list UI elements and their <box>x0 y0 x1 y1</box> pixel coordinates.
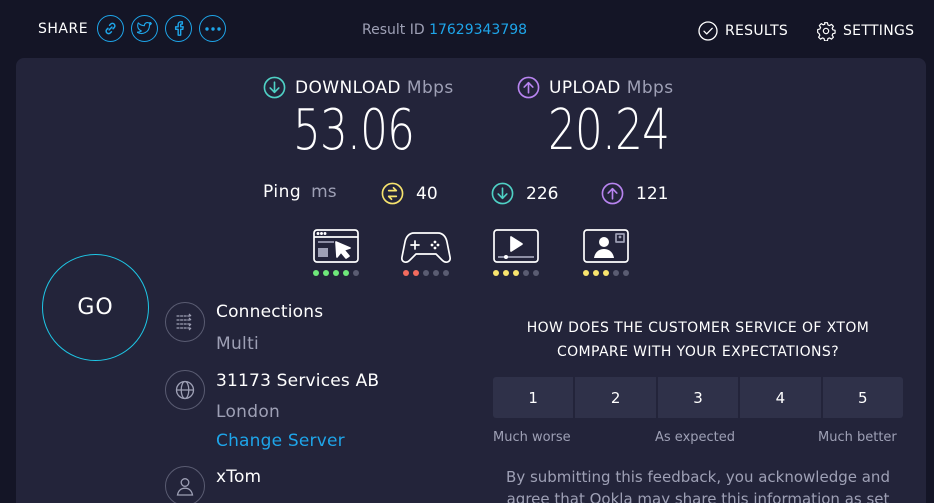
rating-option-3[interactable]: 3 <box>657 377 741 418</box>
rating-dots <box>311 270 361 276</box>
rating-dot <box>443 270 449 276</box>
download-latency-value: 226 <box>526 183 559 204</box>
upload-speed-value: 20.24 <box>548 98 670 163</box>
upload-label: UPLOAD <box>549 77 621 98</box>
server-name: 31173 Services AB <box>216 371 380 391</box>
rating-dot <box>493 270 499 276</box>
results-panel <box>16 58 926 503</box>
rating-dot <box>603 270 609 276</box>
change-server-link[interactable]: Change Server <box>216 431 345 451</box>
check-circle-icon <box>698 21 718 41</box>
download-unit: Mbps <box>406 77 454 98</box>
video-streaming-rating[interactable] <box>491 228 541 276</box>
download-arrow-icon <box>263 76 286 99</box>
upload-unit: Mbps <box>626 77 674 98</box>
rating-dots <box>581 270 631 276</box>
result-id-value[interactable]: 17629343798 <box>429 22 527 38</box>
connections-icon <box>176 313 193 331</box>
rating-dots <box>491 270 541 276</box>
rating-dot <box>523 270 529 276</box>
isp-icon-wrap <box>165 466 205 503</box>
gaming-rating[interactable] <box>401 228 451 276</box>
scale-high-label: Much better <box>818 430 897 445</box>
facebook-share-button[interactable] <box>165 15 193 42</box>
video-chat-rating[interactable] <box>581 228 631 276</box>
rating-dot <box>533 270 539 276</box>
connections-value: Multi <box>216 334 260 354</box>
rating-option-2[interactable]: 2 <box>575 377 658 418</box>
gear-icon <box>817 22 836 41</box>
top-bar: SHARE Result ID 17629343798 RESULTS SETT… <box>0 0 934 58</box>
rating-dots <box>401 270 451 276</box>
connections-icon-wrap <box>165 302 205 342</box>
gaming-icon <box>401 232 451 263</box>
more-share-button[interactable] <box>199 15 227 42</box>
upload-latency-value: 121 <box>636 183 669 204</box>
upload-latency[interactable]: 121 <box>601 182 668 205</box>
rating-dot <box>403 270 409 276</box>
server-location: London <box>216 402 281 422</box>
rating-dot <box>323 270 329 276</box>
rating-dot <box>433 270 439 276</box>
results-label: RESULTS <box>725 23 789 39</box>
user-icon <box>176 478 194 496</box>
web-browsing-rating[interactable] <box>311 228 361 276</box>
rating-option-5[interactable]: 5 <box>822 377 904 418</box>
connections-title: Connections <box>216 302 324 322</box>
share-label: SHARE <box>38 20 89 37</box>
rating-dot <box>413 270 419 276</box>
results-link[interactable]: RESULTS <box>698 21 788 41</box>
video-chat-icon <box>583 229 629 263</box>
rating-option-4[interactable]: 4 <box>740 377 823 418</box>
settings-label: SETTINGS <box>843 23 915 39</box>
video-streaming-icon <box>493 229 539 263</box>
link-share-button[interactable] <box>97 15 125 42</box>
idle-latency[interactable]: 40 <box>381 182 438 205</box>
web-browsing-icon <box>313 229 359 263</box>
ping-label: Ping <box>263 182 302 202</box>
download-speed-value: 53.06 <box>293 98 415 163</box>
globe-icon <box>175 380 195 400</box>
go-button[interactable]: GO <box>42 254 149 361</box>
rating-dot <box>503 270 509 276</box>
facebook-icon <box>174 21 184 36</box>
upload-latency-icon <box>601 182 624 205</box>
download-latency[interactable]: 226 <box>491 182 558 205</box>
upload-arrow-icon <box>517 76 540 99</box>
upload-header: UPLOAD Mbps <box>517 76 673 99</box>
download-header: DOWNLOAD Mbps <box>263 76 454 99</box>
more-icon <box>204 26 221 31</box>
survey-rating-scale: 1 2 3 4 5 <box>493 377 904 418</box>
scale-mid-label: As expected <box>655 430 736 445</box>
twitter-icon <box>137 22 153 35</box>
result-id-label: Result ID <box>362 22 425 38</box>
rating-dot <box>423 270 429 276</box>
share-bar: SHARE <box>38 15 233 42</box>
idle-latency-value: 40 <box>416 183 438 204</box>
download-label: DOWNLOAD <box>295 77 401 98</box>
ping-unit: ms <box>311 182 337 202</box>
ping-row: Ping ms 40 226 121 <box>263 182 668 205</box>
rating-dot <box>343 270 349 276</box>
rating-dot <box>313 270 319 276</box>
isp-name: xTom <box>216 467 262 487</box>
idle-latency-icon <box>381 182 404 205</box>
result-id: Result ID 17629343798 <box>362 22 527 38</box>
rating-dot <box>333 270 339 276</box>
rating-option-1[interactable]: 1 <box>493 377 576 418</box>
twitter-share-button[interactable] <box>131 15 159 42</box>
rating-dot <box>593 270 599 276</box>
feedback-disclaimer: By submitting this feedback, you acknowl… <box>506 468 890 503</box>
survey-question: HOW DOES THE CUSTOMER SERVICE OF XTOM CO… <box>526 320 870 360</box>
rating-dot <box>353 270 359 276</box>
rating-dot <box>613 270 619 276</box>
download-latency-icon <box>491 182 514 205</box>
link-icon <box>105 22 116 35</box>
rating-dot <box>583 270 589 276</box>
settings-link[interactable]: SETTINGS <box>816 21 914 41</box>
server-icon-wrap <box>165 370 205 410</box>
rating-dot <box>623 270 629 276</box>
scale-low-label: Much worse <box>493 430 571 445</box>
rating-dot <box>513 270 519 276</box>
